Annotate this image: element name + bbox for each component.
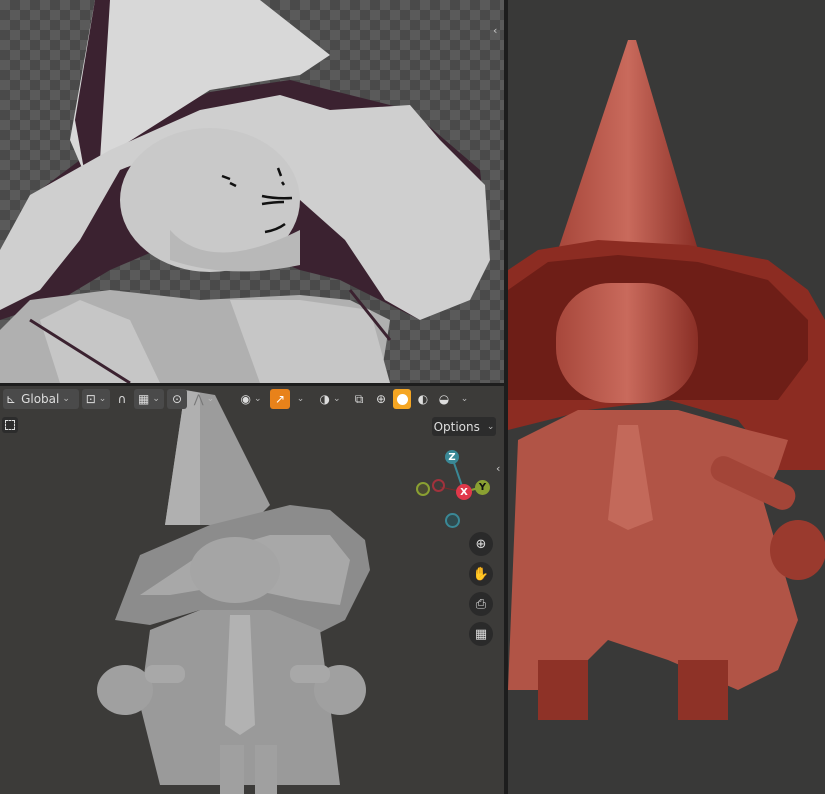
hand-icon: ✋ [472,566,490,582]
gizmo-y-axis[interactable]: Y [475,480,490,495]
pivot-point-dropdown[interactable]: ⊡ ⌄ [82,389,110,409]
wireframe-sphere-icon: ⊕ [375,392,387,406]
gizmo-x-axis[interactable]: X [456,484,472,500]
snap-target-dropdown[interactable]: ▦ ⌄ [134,389,164,409]
perspective-toggle-button[interactable]: ▦ [469,622,493,646]
z-axis-label: Z [448,451,456,463]
solid-sphere-icon [396,393,408,405]
vertical-area-divider[interactable] [504,0,508,794]
gizmo-dropdown[interactable]: ⌄ [293,389,305,409]
x-axis-label: X [460,486,468,498]
shading-rendered[interactable]: ◒ [435,389,453,409]
gizmo-neg-z-axis[interactable] [445,513,460,528]
shading-dropdown[interactable]: ⌄ [456,389,470,409]
shading-wireframe[interactable]: ⊕ [372,389,390,409]
eye-icon: ◉ [240,392,251,406]
pan-button[interactable]: ✋ [469,562,493,586]
shading-material[interactable]: ◐ [414,389,432,409]
camera-icon: ⎙ [475,596,487,612]
chevron-down-icon: ⌄ [206,394,215,404]
red-witch-model [508,40,825,720]
gizmo-z-axis[interactable]: Z [445,450,459,464]
chevron-down-icon: ⌄ [332,394,341,404]
snap-grid-icon: ▦ [138,392,150,406]
pivot-icon: ⊡ [85,392,96,406]
chevron-down-icon: ⌄ [460,394,469,404]
falloff-dropdown[interactable]: ⋀ ⌄ [190,389,218,409]
snap-toggle[interactable]: ∩ [113,389,131,409]
overlays-toggle[interactable]: ◑ ⌄ [314,389,346,409]
witch-face-render [0,0,490,383]
gizmo-toggle[interactable]: ↗ [270,389,290,409]
options-dropdown[interactable]: Options ⌄ [432,417,496,436]
xray-toggle[interactable]: ⧉ [349,389,369,409]
chevron-down-icon: ⌄ [152,394,160,404]
chevron-down-icon: ⌄ [486,421,495,432]
gizmo-icon: ↗ [274,392,286,406]
gizmo-neg-y-axis[interactable] [416,482,430,496]
gizmo-neg-x-axis[interactable] [432,479,445,492]
shading-solid[interactable] [393,389,411,409]
overlay-icon: ◑ [319,392,330,406]
viewport-material[interactable] [508,0,825,794]
viewport-header: ⊾ Global ⌄ ⊡ ⌄ ∩ ▦ ⌄ ⊙ ⋀ ⌄ ◉ ⌄ ↗ ⌄ ◑ ⌄ ⧉ ⊕ ◐ … [0,386,504,412]
render-preview-pane [0,0,504,383]
camera-view-button[interactable]: ⎙ [469,592,493,616]
falloff-curve-icon: ⋀ [193,392,204,406]
proportional-edit-toggle[interactable]: ⊙ [167,389,187,409]
chevron-down-icon: ⌄ [98,394,107,404]
y-axis-label: Y [478,482,487,493]
chevron-down-icon: ⌄ [62,394,70,404]
zoom-icon: ⊕ [475,536,487,552]
transform-orientation-label: Global [21,392,60,406]
object-visibility-dropdown[interactable]: ◉ ⌄ [235,389,267,409]
chevron-down-icon: ⌄ [253,394,262,404]
chevron-down-icon: ⌄ [296,394,305,404]
orientation-axes-icon: ⊾ [6,392,17,406]
rendered-sphere-icon: ◒ [438,392,450,406]
proportional-edit-icon: ⊙ [171,392,183,406]
magnet-icon: ∩ [117,392,127,406]
zoom-button[interactable]: ⊕ [469,532,493,556]
select-box-icon [5,420,15,430]
grid-icon: ▦ [474,626,488,642]
transform-orientation-dropdown[interactable]: ⊾ Global ⌄ [3,389,79,409]
material-sphere-icon: ◐ [417,392,429,406]
select-box-tool[interactable] [2,417,18,433]
xray-icon: ⧉ [354,391,364,406]
options-label: Options [433,419,480,434]
